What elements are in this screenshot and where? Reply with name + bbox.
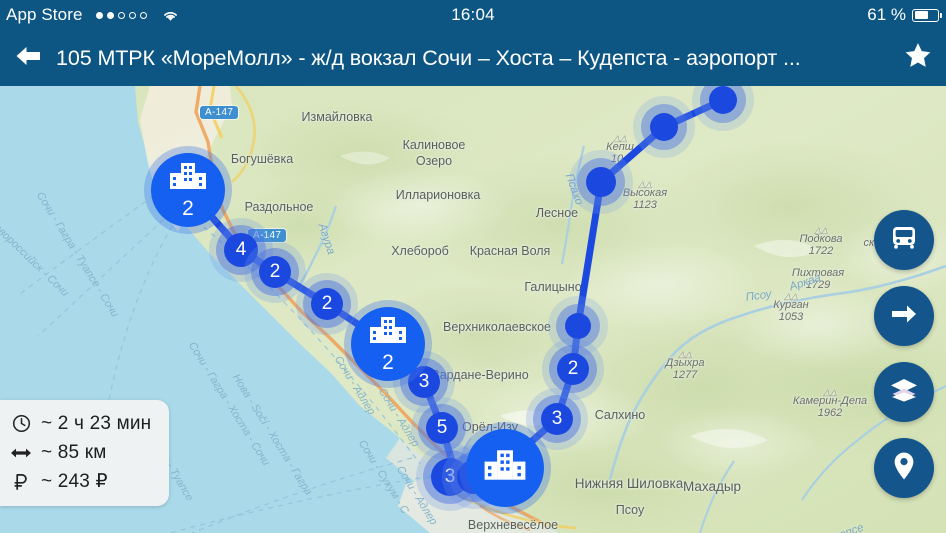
location-button[interactable]	[874, 438, 934, 498]
route-summary-panel: ~ 2 ч 23 мин ~ 85 км ~ 243 ₽	[0, 400, 170, 506]
status-bar-clock: 16:04	[451, 5, 495, 24]
directions-button[interactable]	[874, 286, 934, 346]
stop-marker[interactable]: 3	[541, 403, 573, 435]
stop-marker[interactable]: 2	[311, 288, 343, 320]
layers-button[interactable]	[874, 362, 934, 422]
distance-row: ~ 85 км	[10, 438, 151, 467]
highway-shield: A-147	[200, 106, 239, 119]
bus-icon	[889, 224, 919, 257]
distance-value: ~ 85 км	[41, 441, 107, 463]
status-bar-right: 61 %	[867, 5, 942, 25]
ruble-icon	[10, 472, 32, 491]
city-buildings-icon	[482, 448, 528, 487]
map-pin-icon	[893, 451, 915, 486]
back-button[interactable]	[0, 30, 56, 86]
price-row: ~ 243 ₽	[10, 467, 151, 496]
city-marker-count: 2	[182, 197, 194, 220]
map-canvas[interactable]: Сочи - Гагра - Туапсе - Сочи Новороссийс…	[0, 86, 946, 533]
status-bar: App Store 16:04 61 %	[0, 0, 946, 30]
transport-button[interactable]	[874, 210, 934, 270]
layers-icon	[889, 377, 919, 408]
stop-marker[interactable]: 2	[557, 353, 589, 385]
star-icon	[903, 41, 933, 75]
navigation-bar: 105 МТРК «МореМолл» - ж/д вокзал Сочи – …	[0, 30, 946, 86]
route-node[interactable]	[565, 313, 591, 339]
route-map-screen: App Store 16:04 61 % 105 МТРК «МореМолл»…	[0, 0, 946, 533]
distance-arrows-icon	[10, 446, 32, 460]
route-node[interactable]	[586, 167, 616, 197]
city-buildings-icon	[368, 315, 408, 350]
duration-value: ~ 2 ч 23 мин	[41, 412, 152, 434]
clock-icon	[10, 414, 32, 433]
city-marker[interactable]	[466, 429, 544, 507]
price-value: ~ 243 ₽	[41, 471, 108, 492]
battery-percent-label: 61 %	[867, 5, 906, 24]
stop-marker[interactable]: 4	[224, 233, 258, 267]
city-marker[interactable]: 2	[351, 307, 425, 381]
city-buildings-icon	[168, 161, 208, 196]
page-title: 105 МТРК «МореМолл» - ж/д вокзал Сочи – …	[56, 45, 801, 70]
route-node[interactable]	[650, 113, 678, 141]
route-node[interactable]	[709, 86, 737, 114]
favorite-button[interactable]	[890, 30, 946, 86]
city-marker-count: 2	[382, 351, 394, 374]
arrow-right-icon	[890, 302, 918, 331]
stop-marker[interactable]: 2	[259, 256, 291, 288]
battery-icon	[912, 8, 942, 22]
map-action-buttons	[874, 210, 934, 498]
stop-marker[interactable]: 5	[426, 412, 458, 444]
back-arrow-icon	[13, 44, 43, 73]
duration-row: ~ 2 ч 23 мин	[10, 409, 151, 438]
city-marker[interactable]: 2	[151, 153, 225, 227]
